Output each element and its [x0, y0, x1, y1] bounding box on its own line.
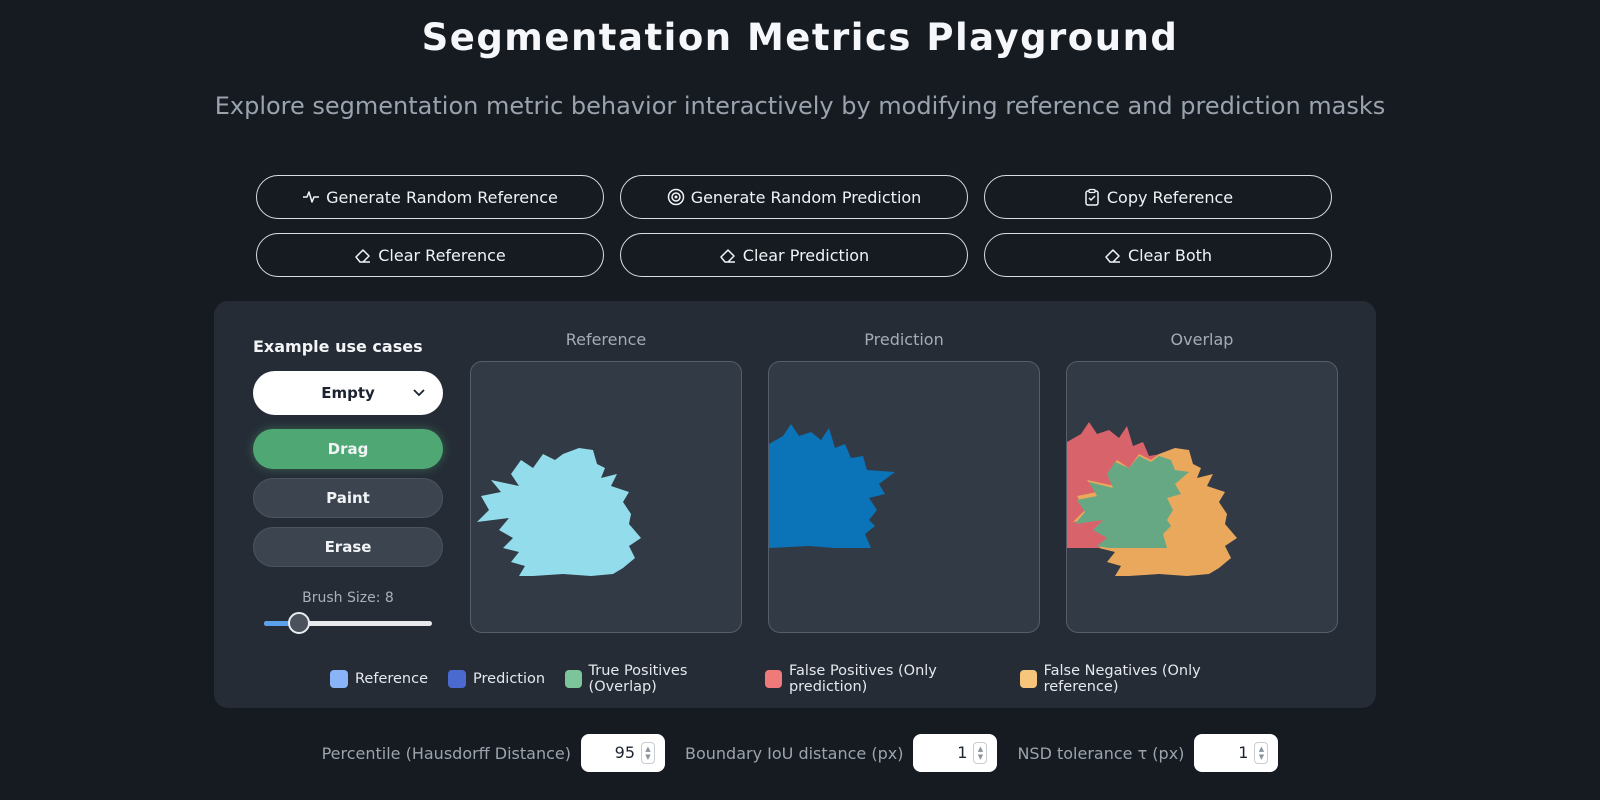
legend-item-true-positives: True Positives (Overlap) — [565, 663, 745, 695]
prediction-canvas[interactable] — [768, 361, 1040, 633]
clipboard-check-icon — [1085, 188, 1099, 206]
percentile-label: Percentile (Hausdorff Distance) — [321, 743, 571, 763]
page-title: Segmentation Metrics Playground — [421, 16, 1179, 59]
clear-both-label: Clear Both — [1127, 245, 1213, 265]
drag-mode-button[interactable]: Drag — [253, 429, 443, 469]
legend-item-reference: Reference — [330, 663, 428, 695]
spinner-icon[interactable]: ▲ ▼ — [1254, 742, 1269, 764]
generate-random-reference-button[interactable]: Generate Random Reference — [256, 175, 604, 219]
action-buttons: Generate Random Reference Generate Rando… — [256, 175, 1332, 277]
legend-label: Reference — [355, 671, 429, 687]
reference-mask — [477, 448, 641, 576]
erase-mode-button[interactable]: Erase — [253, 527, 443, 567]
legend-label: False Negatives (Only reference) — [1043, 663, 1201, 695]
pulse-icon — [303, 191, 320, 203]
boundary-iou-input[interactable]: 1 ▲ ▼ — [913, 734, 998, 772]
copy-reference-button[interactable]: Copy Reference — [984, 175, 1332, 219]
example-use-case-value: Empty — [321, 384, 375, 402]
prediction-mask-drawing — [769, 424, 895, 548]
paint-mode-button[interactable]: Paint — [253, 478, 443, 518]
legend: Reference Prediction True Positives (Ove… — [330, 663, 1260, 695]
reference-canvas-label: Reference — [565, 330, 647, 349]
example-use-case-select[interactable]: Empty — [253, 371, 443, 415]
clear-both-button[interactable]: Clear Both — [984, 233, 1332, 277]
generate-random-reference-label: Generate Random Reference — [326, 187, 558, 207]
nsd-tolerance-label: NSD tolerance τ (px) — [1017, 743, 1185, 763]
legend-swatch — [1020, 670, 1037, 688]
legend-label: False Positives (Only prediction) — [788, 663, 937, 695]
clear-reference-button[interactable]: Clear Reference — [256, 233, 604, 277]
percentile-value: 95 — [614, 743, 635, 762]
copy-reference-label: Copy Reference — [1106, 187, 1234, 207]
percentile-input[interactable]: 95 ▲ ▼ — [581, 734, 665, 772]
overlap-canvas[interactable] — [1066, 361, 1338, 633]
target-icon — [667, 188, 684, 206]
overlap-canvas-label: Overlap — [1170, 330, 1234, 349]
eraser-icon — [1105, 249, 1120, 263]
legend-swatch — [448, 670, 467, 688]
legend-swatch — [330, 670, 348, 688]
eraser-icon — [355, 249, 371, 263]
brush-size-slider-thumb[interactable] — [288, 612, 311, 634]
prediction-mask — [769, 424, 895, 548]
legend-swatch — [565, 670, 582, 688]
playground-panel: Example use cases Empty Drag Paint Erase… — [214, 301, 1376, 708]
nsd-tolerance-input[interactable]: 1 ▲ ▼ — [1194, 734, 1279, 772]
spinner-icon[interactable]: ▲ ▼ — [973, 742, 988, 764]
legend-item-false-positives: False Positives (Only prediction) — [765, 663, 1000, 695]
example-use-cases-heading: Example use cases — [253, 337, 423, 356]
legend-label: True Positives (Overlap) — [588, 663, 688, 695]
reference-mask-drawing — [477, 448, 641, 576]
prediction-canvas-label: Prediction — [864, 330, 944, 349]
generate-random-prediction-label: Generate Random Prediction — [690, 187, 922, 207]
boundary-iou-label: Boundary IoU distance (px) — [685, 743, 904, 763]
legend-swatch — [765, 670, 782, 688]
eraser-icon — [720, 249, 735, 263]
page-subtitle: Explore segmentation metric behavior int… — [214, 92, 1386, 120]
boundary-iou-value: 1 — [957, 743, 968, 762]
overlap-mask-drawing — [1067, 422, 1237, 576]
generate-random-prediction-button[interactable]: Generate Random Prediction — [620, 175, 968, 219]
clear-reference-label: Clear Reference — [378, 245, 506, 265]
reference-canvas[interactable] — [470, 361, 742, 633]
legend-item-false-negatives: False Negatives (Only reference) — [1020, 663, 1260, 695]
chevron-down-icon — [413, 389, 425, 397]
nsd-tolerance-value: 1 — [1238, 743, 1249, 762]
metric-parameters: Percentile (Hausdorff Distance) 95 ▲ ▼ Bo… — [0, 734, 1600, 772]
spinner-icon[interactable]: ▲ ▼ — [641, 742, 655, 764]
clear-prediction-label: Clear Prediction — [742, 245, 870, 265]
legend-item-prediction: Prediction — [448, 663, 545, 695]
brush-size-slider[interactable] — [264, 612, 432, 634]
legend-label: Prediction — [473, 671, 546, 687]
brush-size-label: Brush Size: 8 — [302, 590, 394, 606]
clear-prediction-button[interactable]: Clear Prediction — [620, 233, 968, 277]
